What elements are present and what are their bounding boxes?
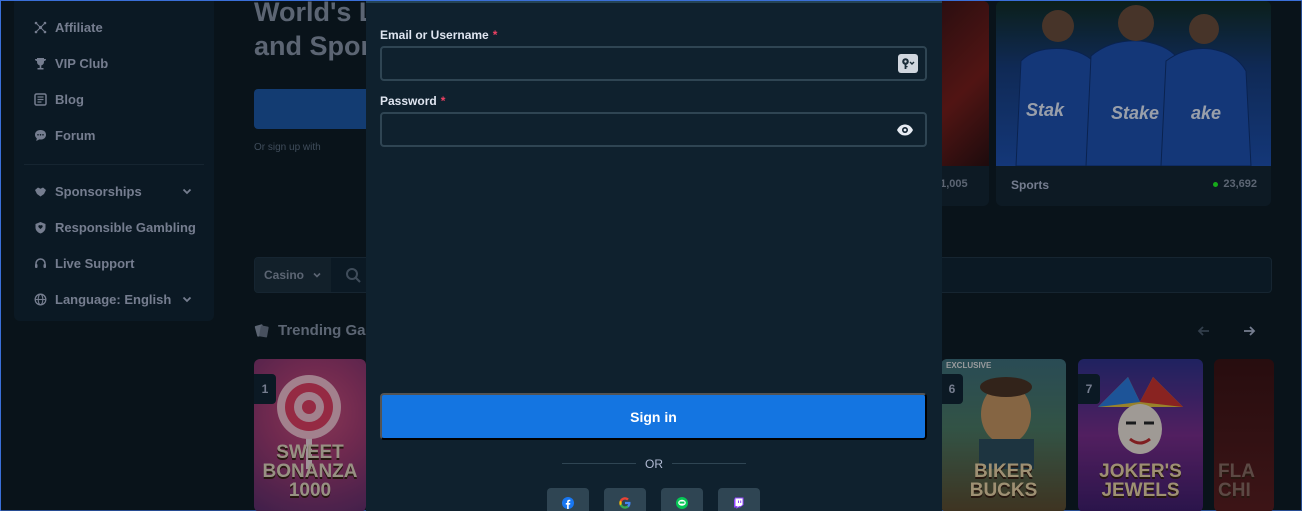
divider-right — [672, 463, 746, 464]
facebook-login-button[interactable] — [547, 488, 589, 511]
game-card[interactable]: EXCLUSIVE 6 BIKER BUCKS — [941, 359, 1066, 511]
category-select-value: Casino — [264, 268, 305, 282]
category-select[interactable]: Casino — [255, 258, 331, 292]
chevron-down-icon — [313, 272, 321, 278]
shield-icon — [34, 221, 47, 234]
line-login-button[interactable] — [661, 488, 703, 511]
sports-card-image: Stak Stake ake — [996, 1, 1271, 167]
email-label: Email or Username * — [380, 28, 497, 42]
sidebar-item-label: Blog — [55, 91, 84, 107]
game-rank: 6 — [941, 374, 963, 404]
password-manager-key-icon[interactable] — [898, 54, 918, 73]
sidebar-item-blog[interactable]: Blog — [24, 81, 204, 117]
hero-title-line-2: and Spor — [254, 31, 372, 61]
game-rank: 7 — [1078, 374, 1100, 404]
password-input[interactable] — [382, 114, 925, 145]
sidebar-item-affiliate[interactable]: Affiliate — [24, 9, 204, 45]
sidebar-item-language[interactable]: Language: English — [24, 281, 204, 317]
sign-in-button[interactable]: Sign in — [380, 393, 927, 440]
facebook-icon — [562, 497, 574, 509]
google-login-button[interactable] — [604, 488, 646, 511]
sidebar-divider — [24, 164, 204, 165]
hero-title: World's L and Spor — [254, 0, 384, 62]
email-input[interactable] — [382, 48, 925, 79]
sports-card[interactable]: Stak Stake ake Sports 23,692 — [996, 1, 1271, 206]
svg-text:Stak: Stak — [1026, 100, 1065, 120]
required-marker: * — [492, 28, 498, 42]
register-button[interactable] — [254, 89, 374, 129]
game-title: SWEET BONANZA 1000 — [262, 442, 358, 501]
sponsorship-icon — [34, 185, 47, 198]
forum-icon — [34, 129, 47, 142]
sign-in-modal: Email or Username * Password * Sign in OR — [366, 1, 942, 511]
svg-text:ake: ake — [1191, 103, 1221, 123]
game-title: JOKER'S JEWELS — [1099, 461, 1182, 501]
headset-icon — [34, 257, 47, 270]
sidebar-item-label: Language: English — [55, 291, 172, 307]
sidebar-item-label: Live Support — [55, 255, 135, 271]
cards-icon — [254, 323, 269, 337]
eye-icon[interactable] — [896, 123, 914, 137]
sidebar-item-label: VIP Club — [55, 55, 109, 71]
password-label: Password * — [380, 94, 445, 108]
blog-icon — [34, 92, 47, 106]
sidebar-item-live-support[interactable]: Live Support — [24, 245, 204, 281]
trending-title: Trending Ga — [278, 322, 366, 339]
sidebar: Affiliate VIP Club Blog Forum Sponsorshi… — [14, 1, 214, 321]
twitch-login-button[interactable] — [718, 488, 760, 511]
game-card[interactable]: 1 SWEET BONANZA 1000 — [254, 359, 366, 511]
sidebar-item-label: Affiliate — [55, 19, 103, 35]
chevron-down-icon — [182, 296, 192, 303]
sidebar-item-label: Forum — [55, 127, 96, 143]
trending-games-heading: Trending Ga — [254, 322, 366, 339]
line-icon — [676, 497, 688, 509]
google-icon — [619, 497, 631, 509]
search-icon — [346, 268, 361, 283]
game-title: BIKER BUCKS — [969, 461, 1038, 501]
password-label-text: Password — [380, 94, 437, 108]
game-title: FLA CHI — [1218, 461, 1255, 501]
twitch-icon — [734, 497, 744, 509]
signup-with-text: Or sign up with — [254, 142, 321, 153]
online-indicator — [1213, 181, 1219, 187]
sidebar-item-forum[interactable]: Forum — [24, 117, 204, 153]
or-separator: OR — [645, 457, 663, 471]
sports-player-count: 23,692 — [1213, 178, 1257, 190]
sports-card-label: Sports — [1011, 178, 1050, 192]
globe-icon — [34, 293, 47, 306]
arrow-right-icon[interactable] — [1241, 323, 1257, 339]
chevron-down-icon — [182, 188, 192, 195]
email-label-text: Email or Username — [380, 28, 489, 42]
sidebar-item-sponsorships[interactable]: Sponsorships — [24, 173, 204, 209]
password-field[interactable] — [380, 112, 927, 147]
sidebar-item-label: Sponsorships — [55, 183, 142, 199]
required-marker: * — [440, 94, 446, 108]
game-rank: 1 — [254, 374, 276, 404]
svg-text:Stake: Stake — [1111, 103, 1159, 123]
game-card[interactable]: 7 JOKER'S JEWELS — [1078, 359, 1203, 511]
game-card[interactable]: FLA CHI — [1214, 359, 1274, 511]
sports-count-value: 23,692 — [1223, 178, 1257, 190]
hero-title-line-1: World's L — [254, 0, 376, 27]
divider-left — [562, 463, 636, 464]
affiliate-icon — [34, 21, 47, 34]
email-field[interactable] — [380, 46, 927, 81]
sidebar-item-label: Responsible Gambling — [55, 219, 196, 235]
sidebar-item-vip-club[interactable]: VIP Club — [24, 45, 204, 81]
arrow-left-icon[interactable] — [1196, 323, 1212, 339]
sidebar-item-responsible-gambling[interactable]: Responsible Gambling — [24, 209, 204, 245]
trophy-icon — [34, 57, 47, 70]
